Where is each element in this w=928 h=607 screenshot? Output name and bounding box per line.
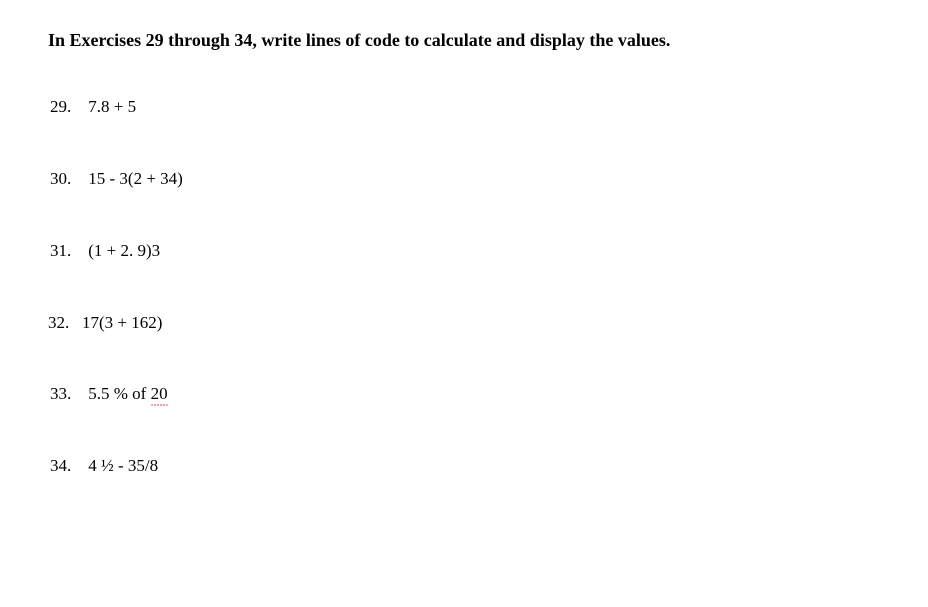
exercise-number: 32. bbox=[48, 313, 69, 332]
exercise-number: 31. bbox=[50, 241, 71, 260]
exercise-number: 34. bbox=[50, 456, 71, 475]
instructions-heading: In Exercises 29 through 34, write lines … bbox=[48, 28, 880, 53]
exercise-text: 7.8 + 5 bbox=[88, 97, 136, 116]
exercise-number: 30. bbox=[50, 169, 71, 188]
exercise-34: 34. 4 ½ - 35/8 bbox=[48, 454, 880, 478]
exercise-text: 15 - 3(2 + 34) bbox=[88, 169, 183, 188]
exercise-text-prefix: 5.5 % of bbox=[88, 384, 150, 403]
exercise-text: 17(3 + 162) bbox=[82, 313, 162, 332]
exercise-30: 30. 15 - 3(2 + 34) bbox=[48, 167, 880, 191]
exercise-33: 33. 5.5 % of 20 bbox=[48, 382, 880, 406]
proofing-underline: 20 bbox=[151, 384, 168, 403]
exercise-31: 31. (1 + 2. 9)3 bbox=[48, 239, 880, 263]
exercise-number: 33. bbox=[50, 384, 71, 403]
exercise-29: 29. 7.8 + 5 bbox=[48, 95, 880, 119]
exercise-32: 32. 17(3 + 162) bbox=[48, 311, 880, 335]
exercise-number: 29. bbox=[50, 97, 71, 116]
exercise-text: (1 + 2. 9)3 bbox=[88, 241, 160, 260]
exercise-text: 4 ½ - 35/8 bbox=[88, 456, 158, 475]
